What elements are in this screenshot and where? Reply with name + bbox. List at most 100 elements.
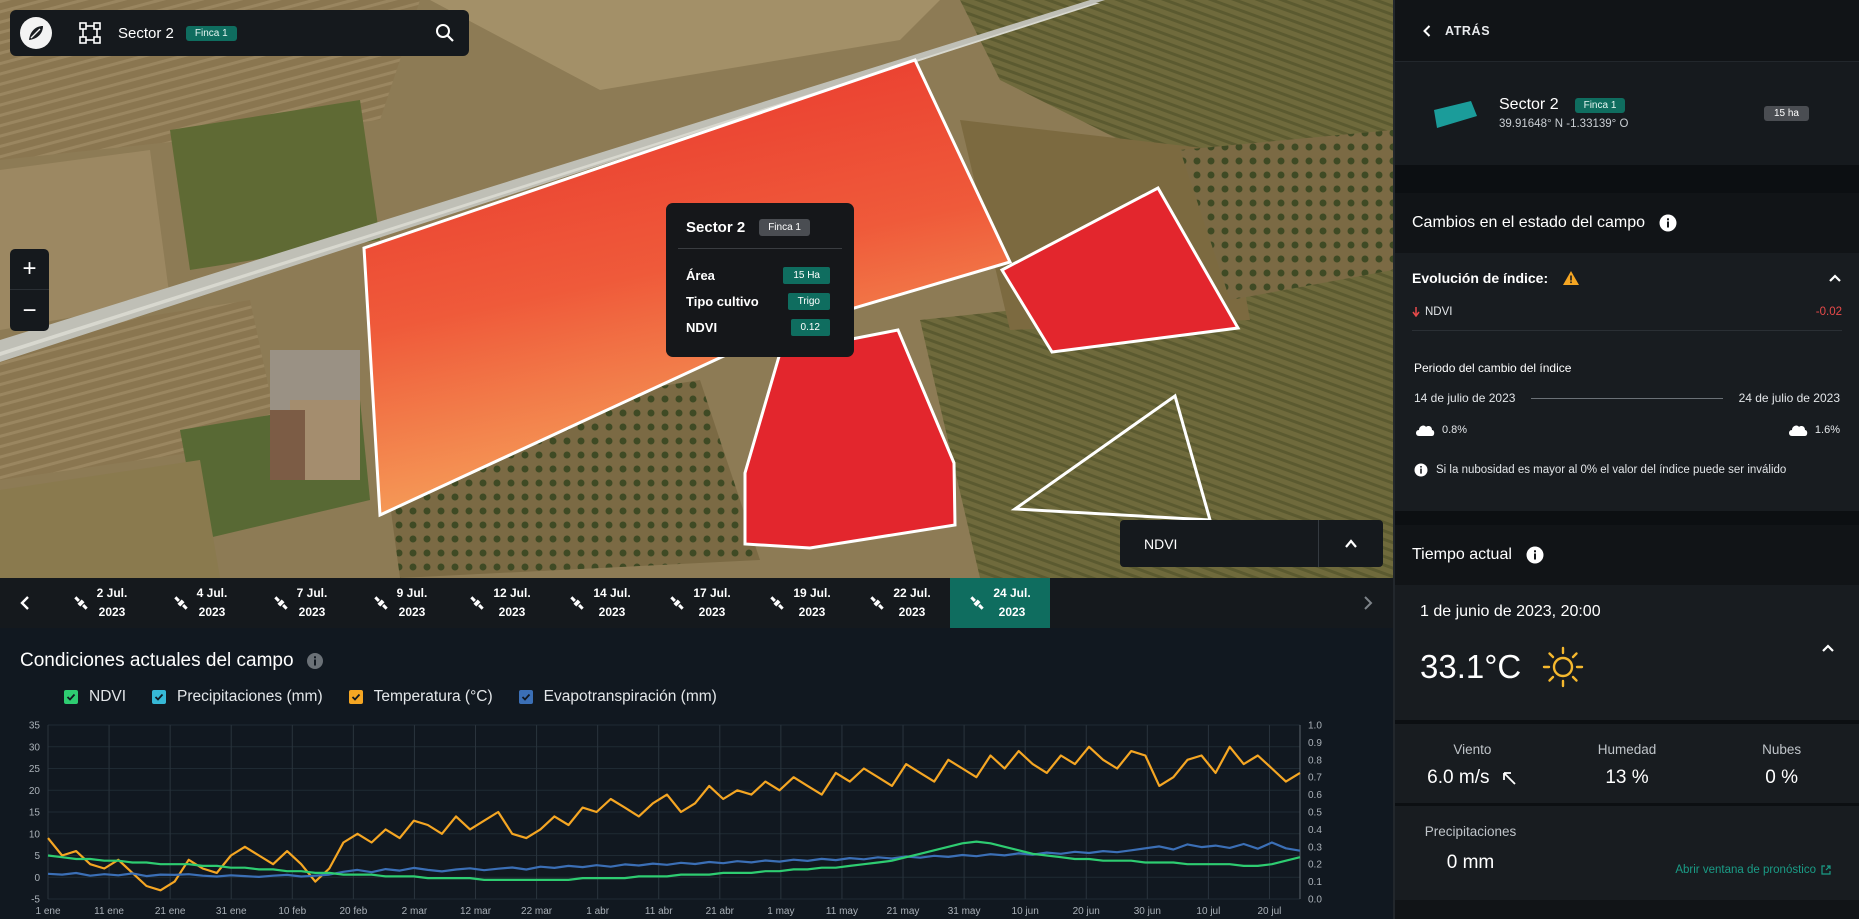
- x-tick-label: 21 ene: [155, 906, 186, 917]
- y-left-tick-label: -5: [31, 895, 40, 906]
- timeline-date-label: 4 Jul. 2023: [197, 584, 228, 622]
- index-evolution-header[interactable]: Evolución de índice:: [1412, 253, 1842, 303]
- y-right-tick-label: 0.5: [1308, 808, 1322, 819]
- forecast-link[interactable]: Abrir ventana de pronóstico: [1675, 864, 1831, 876]
- y-left-tick-label: 15: [29, 808, 41, 819]
- x-tick-label: 10 jun: [1012, 906, 1039, 917]
- checkbox-checked-icon[interactable]: [348, 690, 363, 704]
- index-evolution-section: Evolución de índice: NDVI -0.02 Periodo …: [1395, 253, 1859, 511]
- timeline-date-item[interactable]: 22 Jul. 2023: [850, 578, 950, 628]
- wind-stat: Viento 6.0 m/s: [1395, 742, 1550, 803]
- period-section: Periodo del cambio del índice 14 de juli…: [1412, 331, 1842, 511]
- search-icon[interactable]: [433, 21, 457, 45]
- x-tick-label: 10 jul: [1196, 906, 1220, 917]
- chart-legend: NDVI Precipitaciones (mm) Temperatura (°C)…: [64, 688, 717, 706]
- y-right-tick-label: 0.2: [1308, 860, 1322, 871]
- satellite-icon: [570, 596, 585, 610]
- timeline-date-item[interactable]: 12 Jul. 2023: [450, 578, 550, 628]
- y-left-tick-label: 20: [29, 786, 41, 797]
- info-icon[interactable]: [1659, 214, 1677, 232]
- x-tick-label: 21 may: [887, 906, 920, 917]
- sector-name: Sector 2: [1499, 96, 1559, 113]
- date-timeline: 2 Jul. 2023 4 Jul. 2023 7 Jul. 2023 9 Jul. 2023…: [0, 578, 1393, 628]
- conditions-title-row: Condiciones actuales del campo: [20, 650, 324, 672]
- layer-selector[interactable]: NDVI: [1120, 520, 1383, 567]
- legend-item[interactable]: NDVI: [64, 688, 126, 706]
- section-divider: [1395, 511, 1859, 525]
- timeline-date-item[interactable]: 14 Jul. 2023: [550, 578, 650, 628]
- y-left-tick-label: 10: [29, 829, 41, 840]
- y-right-tick-label: 0.6: [1308, 790, 1322, 801]
- zoom-out-button[interactable]: −: [10, 290, 49, 331]
- timeline-date-label: 19 Jul. 2023: [793, 584, 830, 622]
- timeline-prev-button[interactable]: [0, 578, 50, 628]
- chevron-up-icon[interactable]: [1821, 643, 1835, 653]
- warning-icon: [1563, 271, 1580, 285]
- app-root: Sector 2 Finca 1 + − Sector 2 Finca 1 Ár…: [0, 0, 1859, 919]
- conditions-chart: 35 30 25 20 15 10 5 0 -5 1.0 0.9 0.8 0.7 0.6 0.5 0.4 0.3…: [29, 721, 1322, 918]
- farm-badge: Finca 1: [185, 25, 237, 41]
- precip-value: 0 mm: [1446, 852, 1495, 873]
- x-tick-label: 1 ene: [35, 906, 60, 917]
- timeline-date-item[interactable]: 17 Jul. 2023: [650, 578, 750, 628]
- precipitation-card: Precipitaciones 0 mm Abrir ventana de pr…: [1395, 806, 1859, 900]
- sector-coordinates: 39.91648° N -1.33139° O: [1499, 118, 1629, 130]
- y-right-tick-label: 0.0: [1308, 895, 1322, 906]
- sector-side-panel: ATRÁS Sector 2 Finca 1 39.91648° N -1.33…: [1393, 0, 1859, 919]
- timeline-date-year: 2023: [298, 605, 326, 619]
- checkbox-checked-icon[interactable]: [152, 690, 167, 704]
- y-right-tick-label: 0.9: [1308, 738, 1322, 749]
- legend-item[interactable]: Temperatura (°C): [348, 688, 493, 706]
- sector-area-badge: 15 ha: [1763, 106, 1809, 121]
- timeline-date-item[interactable]: 9 Jul. 2023: [350, 578, 450, 628]
- timeline-date-item[interactable]: 24 Jul. 2023: [950, 578, 1050, 628]
- timeline-date-day: 14 Jul.: [593, 586, 631, 600]
- timeline-date-item[interactable]: 2 Jul. 2023: [50, 578, 150, 628]
- timeline-date-day: 2 Jul.: [96, 586, 128, 600]
- chevron-up-icon[interactable]: [1828, 273, 1842, 283]
- field-shape-icon: [1434, 101, 1477, 128]
- checkbox-checked-icon[interactable]: [64, 690, 78, 704]
- tooltip-row-value: 0.12: [790, 318, 830, 336]
- tooltip-row-ndvi: NDVI 0.12: [686, 314, 834, 340]
- x-tick-label: 20 jul: [1258, 906, 1282, 917]
- timeline-date-year: 2023: [998, 605, 1026, 619]
- y-right-tick-label: 1.0: [1308, 721, 1322, 732]
- timeline-date-day: 19 Jul.: [793, 586, 831, 600]
- x-tick-label: 12 mar: [460, 906, 492, 917]
- satellite-icon: [670, 596, 685, 610]
- timeline-date-year: 2023: [398, 605, 426, 619]
- humidity-stat: Humedad 13 %: [1550, 742, 1705, 803]
- checkbox-checked-icon[interactable]: [518, 690, 533, 704]
- series-line-ndvi: [47, 840, 1301, 881]
- back-button[interactable]: ATRÁS: [1395, 0, 1859, 62]
- timeline-date-year: 2023: [498, 605, 526, 619]
- x-tick-label: 10 feb: [278, 906, 306, 917]
- x-tick-label: 11 abr: [645, 906, 673, 917]
- timeline-date-day: 17 Jul.: [693, 586, 731, 600]
- legend-item[interactable]: Evapotranspiración (mm): [518, 688, 717, 706]
- period-dates: 14 de julio de 2023 24 de julio de 2023: [1414, 391, 1840, 405]
- zoom-in-button[interactable]: +: [10, 249, 49, 290]
- timeline-date-item[interactable]: 19 Jul. 2023: [750, 578, 850, 628]
- info-icon[interactable]: [1526, 546, 1544, 564]
- end-cloud-cover: 1.6%: [1814, 424, 1840, 436]
- x-tick-label: 1 may: [767, 906, 794, 917]
- sun-icon: [1543, 646, 1584, 688]
- polygon-select-icon[interactable]: [78, 21, 102, 45]
- legend-item[interactable]: Precipitaciones (mm): [152, 688, 323, 706]
- info-icon[interactable]: [306, 652, 324, 670]
- chevron-up-icon[interactable]: [1319, 537, 1383, 551]
- map-view[interactable]: Sector 2 Finca 1 + − Sector 2 Finca 1 Ár…: [0, 0, 1393, 578]
- timeline-date-day: 7 Jul.: [296, 586, 328, 600]
- y-right-tick-label: 0.7: [1308, 773, 1322, 784]
- timeline-date-year: 2023: [598, 605, 626, 619]
- timeline-next-button[interactable]: [1343, 578, 1393, 628]
- forecast-link-label: Abrir ventana de pronóstico: [1675, 864, 1816, 876]
- timeline-date-item[interactable]: 4 Jul. 2023: [150, 578, 250, 628]
- sector-tooltip: Sector 2 Finca 1 Área 15 Ha Tipo cultivo…: [666, 203, 854, 357]
- timeline-date-item[interactable]: 7 Jul. 2023: [250, 578, 350, 628]
- period-start-date: 14 de julio de 2023: [1414, 391, 1516, 405]
- app-logo[interactable]: [20, 17, 52, 49]
- index-name: NDVI: [1425, 305, 1453, 318]
